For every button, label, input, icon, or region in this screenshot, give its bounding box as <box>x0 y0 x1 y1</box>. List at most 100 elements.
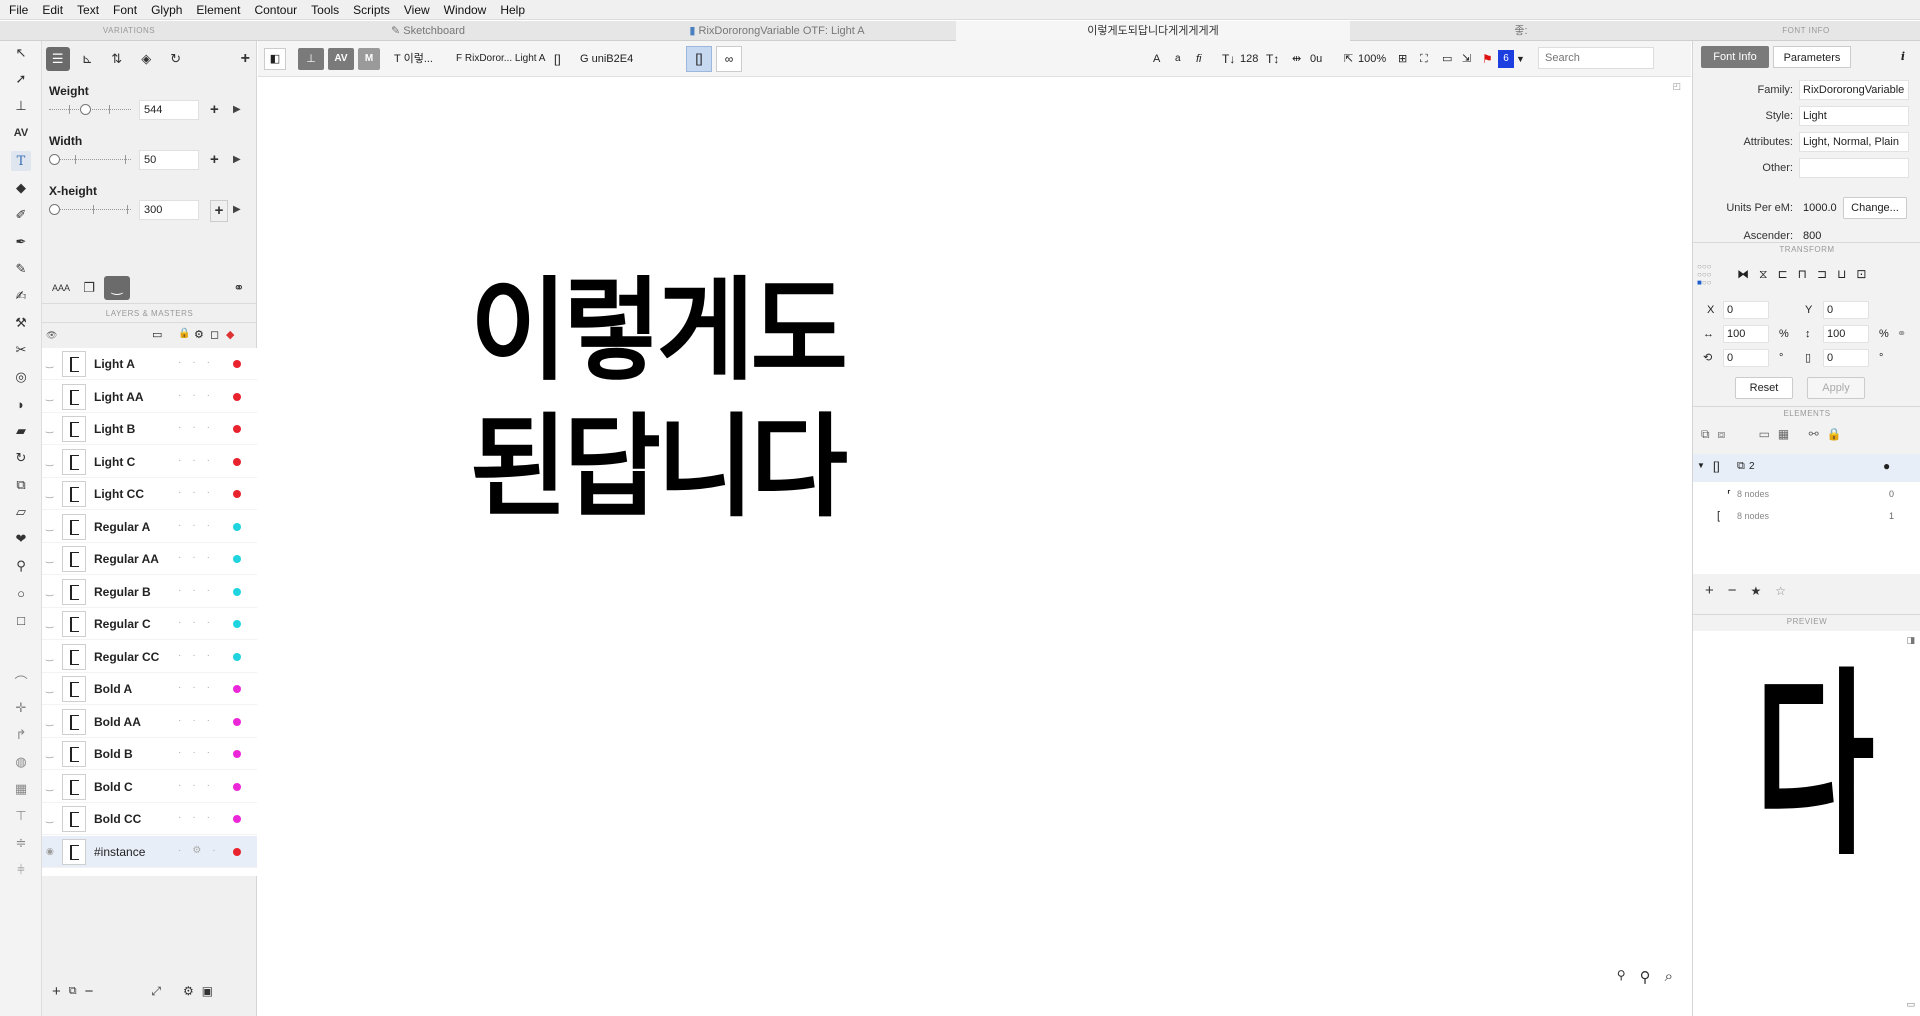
text-tool-icon[interactable]: T <box>11 151 31 171</box>
pencil-tool-icon[interactable]: ✎ <box>11 259 31 279</box>
layer-row[interactable]: ‿ Regular AA ··· <box>42 543 257 575</box>
layer-box-icon[interactable]: ▭ <box>152 328 162 341</box>
visibility-icon[interactable]: ‿ <box>46 683 53 694</box>
zoom-out-icon[interactable]: ⚲ <box>1617 968 1626 986</box>
tab-glyph[interactable]: 좋: <box>1350 21 1692 41</box>
layer-flags[interactable]: ··· <box>178 357 221 368</box>
tab-font-info[interactable]: Font Info <box>1701 46 1769 68</box>
visibility-icon[interactable]: ‿ <box>46 358 53 369</box>
align-center-icon[interactable]: ⊓ <box>1798 267 1817 281</box>
origin-grid-icon[interactable]: ○○○ ○○○ ■○○ <box>1697 263 1723 289</box>
axis-weight-add-button[interactable]: + <box>210 100 219 120</box>
element-subtract-icon[interactable]: ⧈ <box>1718 427 1734 441</box>
link-scale-icon[interactable]: ⚭ <box>1897 323 1906 345</box>
axis-width-add-button[interactable]: + <box>210 150 219 170</box>
guide-tool-icon[interactable]: ⊤ <box>11 806 31 826</box>
width-scale-field[interactable]: 100 <box>1723 325 1769 343</box>
visibility-icon[interactable]: ‿ <box>46 748 53 759</box>
settings-column-icon[interactable]: ⚙ <box>194 328 204 341</box>
axes-icon[interactable]: ⊾ <box>76 47 100 71</box>
color-column-icon[interactable]: ◆ <box>226 328 234 341</box>
align-tool-icon[interactable]: ≑ <box>11 833 31 853</box>
visibility-icon[interactable]: ‿ <box>46 716 53 727</box>
star-filled-icon[interactable]: ★ <box>1751 584 1776 598</box>
glyph-thumbnail-button[interactable]: [] <box>686 46 712 72</box>
corner-expand-icon[interactable]: ◰ <box>1672 81 1681 92</box>
menu-item-element[interactable]: Element <box>189 0 247 20</box>
element-group-row[interactable]: ▼ [] ⧉ 2 ● <box>1693 454 1920 482</box>
y-field[interactable]: 0 <box>1823 301 1869 319</box>
axis-width-value[interactable]: 50 <box>139 150 199 170</box>
scale-tool-icon[interactable]: ⧉ <box>11 475 31 495</box>
layer-color-dot[interactable] <box>233 555 241 563</box>
visibility-icon[interactable]: ‿ <box>46 521 53 532</box>
corner-tool-icon[interactable]: ↱ <box>11 725 31 745</box>
sort-icon[interactable]: ⇅ <box>105 47 129 71</box>
visibility-icon[interactable]: ‿ <box>46 813 53 824</box>
layer-color-dot[interactable] <box>233 425 241 433</box>
metrics-icon[interactable]: ⊞ <box>1398 48 1407 70</box>
layer-row[interactable]: ‿ Bold AA ··· <box>42 706 257 738</box>
layer-flags[interactable]: ··· <box>178 520 221 531</box>
preview-glasses-icon[interactable]: ∞ <box>716 46 742 72</box>
info-icon[interactable]: i <box>1893 46 1913 68</box>
layer-flags[interactable]: ··· <box>178 682 221 693</box>
menu-item-font[interactable]: Font <box>106 0 144 20</box>
axis-weight-value[interactable]: 544 <box>139 100 199 120</box>
menu-item-contour[interactable]: Contour <box>247 0 304 20</box>
visibility-icon[interactable]: ‿ <box>46 651 53 662</box>
layer-flags[interactable]: ·⚙· <box>178 845 227 856</box>
visibility-icon[interactable]: ‿ <box>46 456 53 467</box>
layer-flags[interactable]: ··· <box>178 422 221 433</box>
font-field[interactable]: F RixDoror... Light A <box>456 48 545 70</box>
layer-row[interactable]: ‿ Bold CC ··· <box>42 803 257 835</box>
layer-color-dot[interactable] <box>233 782 241 791</box>
visibility-icon[interactable]: ◉ <box>46 846 54 857</box>
chevron-down-icon[interactable]: ▼ <box>1516 48 1525 70</box>
axis-width-play-icon[interactable]: ▶ <box>233 150 241 170</box>
zoom-fit-icon[interactable]: ⌕ <box>1665 968 1673 986</box>
add-layer-button[interactable]: + <box>52 983 61 1000</box>
shapes-tool-icon[interactable]: ❤ <box>11 529 31 549</box>
visibility-icon[interactable]: ‿ <box>46 391 53 402</box>
layer-row[interactable]: ‿ Light CC ··· <box>42 478 257 510</box>
menu-item-view[interactable]: View <box>397 0 437 20</box>
slider-knob[interactable] <box>49 154 60 165</box>
layer-row[interactable]: ‿ Light A ··· <box>42 348 257 380</box>
menu-item-file[interactable]: File <box>2 0 35 20</box>
layer-color-dot[interactable] <box>233 750 241 758</box>
kerning-tool-icon[interactable]: AV <box>11 123 31 143</box>
ruler-tool-icon[interactable]: ▰ <box>11 421 31 441</box>
layer-flags[interactable]: ··· <box>178 585 221 596</box>
refresh-icon[interactable]: ↻ <box>164 47 188 71</box>
eyedropper-tool-icon[interactable]: ⚲ <box>11 556 31 576</box>
pen-tool-icon[interactable]: ✒ <box>11 232 31 252</box>
x-field[interactable]: 0 <box>1723 301 1769 319</box>
layer-row[interactable]: ‿ Regular A ··· <box>42 511 257 543</box>
ellipse-tool-icon[interactable]: ○ <box>11 583 31 603</box>
visibility-icon[interactable]: ‿ <box>46 553 53 564</box>
ascender-value[interactable]: 800 <box>1803 225 1821 239</box>
skew-tool-icon[interactable]: ▱ <box>11 502 31 522</box>
zoom-value[interactable]: 100% <box>1358 48 1386 70</box>
menu-item-scripts[interactable]: Scripts <box>346 0 397 20</box>
mask-icon[interactable]: ▣ <box>202 984 213 998</box>
layer-flags[interactable]: ··· <box>178 780 221 791</box>
axis-weight-slider[interactable] <box>49 103 131 117</box>
layer-row[interactable]: ‿ Regular B ··· <box>42 576 257 608</box>
tab-text-edit[interactable]: 이렇게도되답니다게게게게게 <box>956 21 1350 41</box>
font-size-value[interactable]: 128 <box>1240 48 1258 70</box>
sliders-icon[interactable]: ☰ <box>46 47 70 71</box>
slider-knob[interactable] <box>49 204 60 215</box>
duplicate-layer-button[interactable]: ⧉ <box>69 985 77 998</box>
canvas-text[interactable]: 이렇게도 된답니다 <box>470 263 848 536</box>
pointer-tool-icon[interactable]: ↖ <box>11 43 31 63</box>
rotate-tool-icon[interactable]: ↻ <box>11 448 31 468</box>
add-element-button[interactable]: + <box>1705 582 1728 599</box>
mask-column-icon[interactable]: ◻ <box>210 328 219 341</box>
upm-value[interactable]: 1000.0 <box>1803 197 1837 219</box>
visibility-icon[interactable]: ‿ <box>46 488 53 499</box>
axis-xheight-slider[interactable] <box>49 203 131 217</box>
measure-tool-icon[interactable]: ⊥ <box>11 96 31 116</box>
flip-horizontal-icon[interactable]: ⧓ <box>1737 267 1759 281</box>
